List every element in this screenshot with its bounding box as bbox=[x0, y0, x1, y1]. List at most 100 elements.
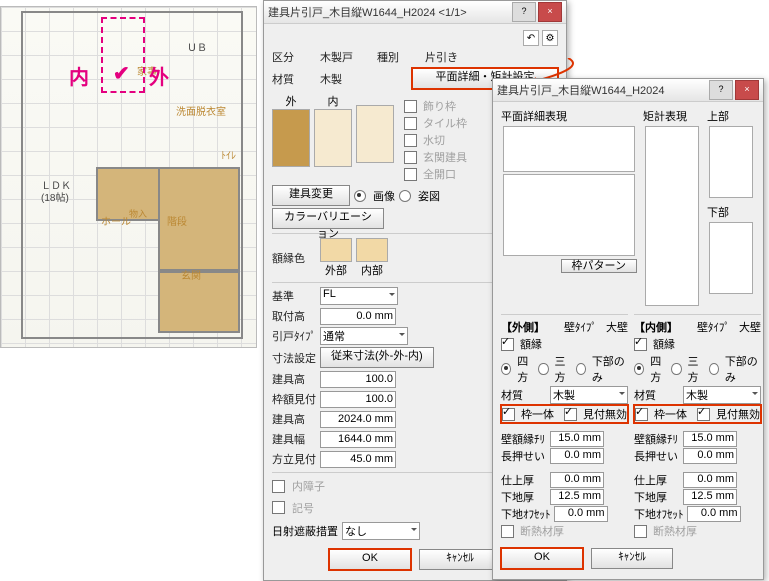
shiage-i[interactable]: 0.0 mm bbox=[683, 472, 737, 488]
naishouji-check[interactable]: 内障子 bbox=[292, 478, 325, 494]
waku-ittai-i[interactable]: 枠一体 bbox=[654, 406, 687, 422]
kabegaku-o[interactable]: 15.0 mm bbox=[550, 431, 604, 447]
nagaoshi-o[interactable]: 0.0 mm bbox=[550, 448, 604, 464]
help-button[interactable]: ? bbox=[512, 2, 536, 22]
inner-thumb2[interactable] bbox=[356, 105, 394, 163]
dialog1-title: 建具片引戸_木目縦W1644_H2024 <1/1> bbox=[268, 4, 510, 20]
r-sanpou-o[interactable]: 三方 bbox=[555, 353, 573, 385]
houdate-input[interactable]: 45.0 mm bbox=[320, 451, 396, 468]
upper-preview bbox=[709, 126, 753, 198]
kuji-heading: 矩計表現 bbox=[643, 108, 701, 124]
close-button[interactable]: × bbox=[538, 2, 562, 22]
room-hall: ホール bbox=[101, 213, 131, 228]
r-kabu-o[interactable]: 下部のみ bbox=[592, 353, 628, 385]
plan-heading: 平面詳細表現 bbox=[501, 108, 637, 124]
cancel-button[interactable]: ｷｬﾝｾﾙ bbox=[419, 549, 501, 570]
dannetsu-i[interactable]: 断熱材厚 bbox=[653, 523, 697, 539]
dialog-plan-detail: 建具片引戸_木目縦W1644_H2024 ? × 平面詳細表現 枠パターン 矩計… bbox=[492, 78, 764, 580]
gear-icon[interactable]: ⚙ bbox=[542, 30, 558, 46]
opt-tile[interactable]: タイル枠 bbox=[423, 115, 467, 131]
ok-button-2[interactable]: OK bbox=[501, 548, 583, 569]
lower-preview bbox=[709, 222, 753, 294]
r-kabu-i[interactable]: 下部のみ bbox=[725, 353, 761, 385]
mitsuke-muko-i[interactable]: 見付無効 bbox=[716, 406, 760, 422]
back-icon[interactable]: ↶ bbox=[523, 30, 539, 46]
opt-kazari[interactable]: 飾り枠 bbox=[423, 98, 456, 114]
gaku-check-o[interactable]: 額縁 bbox=[520, 336, 542, 352]
help-button-2[interactable]: ? bbox=[709, 80, 733, 100]
shitaji-i[interactable]: 12.5 mm bbox=[683, 489, 737, 505]
opt-mizukiri[interactable]: 水切 bbox=[423, 132, 445, 148]
inner-thumb1[interactable] bbox=[314, 109, 352, 167]
room-stair: 階段 bbox=[167, 213, 187, 228]
label-inside: 内 bbox=[69, 61, 89, 90]
toritaka-input[interactable]: 0.0 mm bbox=[320, 308, 396, 325]
nisshatsu-label: 日射遮蔽措置 bbox=[272, 523, 338, 539]
zai-select-o[interactable]: 木製 bbox=[550, 386, 628, 404]
gaku-check-i[interactable]: 額縁 bbox=[653, 336, 675, 352]
plan-preview2 bbox=[503, 174, 635, 256]
gakubuchi-label: 額縁色 bbox=[272, 250, 316, 266]
room-senmen: 洗面脱衣室 bbox=[176, 103, 226, 118]
floorplan-canvas: ＵＢ 家事 洗面脱衣室 ﾄｲﾚ ＬＤＫ (18帖) ホール 物入 階段 玄関 内… bbox=[0, 6, 257, 348]
upper-heading: 上部 bbox=[707, 108, 755, 124]
nagaoshi-i[interactable]: 0.0 mm bbox=[683, 448, 737, 464]
opt-genkan[interactable]: 玄関建具 bbox=[423, 149, 467, 165]
hikido-label: 引戸ﾀｲﾌﾟ bbox=[272, 328, 316, 344]
tategh-input[interactable]: 100.0 bbox=[320, 371, 396, 388]
radio-sugata[interactable] bbox=[399, 190, 411, 202]
opt-zenkai[interactable]: 全開口 bbox=[423, 166, 456, 182]
r-sanpou-i[interactable]: 三方 bbox=[688, 353, 706, 385]
kuji-preview bbox=[645, 126, 699, 306]
outer-label: 外 bbox=[272, 93, 310, 109]
r-shihou-i[interactable]: 四方 bbox=[650, 353, 668, 385]
waku-pattern-button[interactable]: 枠パターン bbox=[561, 259, 637, 273]
close-button-2[interactable]: × bbox=[735, 80, 759, 100]
mitsuke-muko-o[interactable]: 見付無効 bbox=[583, 406, 627, 422]
label-outside: 外 bbox=[149, 61, 169, 90]
room-ub: ＵＢ bbox=[187, 39, 207, 54]
room-ldk2: (18帖) bbox=[41, 189, 69, 204]
kijun-label: 基準 bbox=[272, 288, 316, 304]
zaishitsu-label: 材質 bbox=[272, 71, 316, 87]
room-mono: 物入 bbox=[129, 207, 147, 220]
offset-o[interactable]: 0.0 mm bbox=[554, 506, 608, 522]
shiage-o[interactable]: 0.0 mm bbox=[550, 472, 604, 488]
outer-heading: 【外側】 bbox=[501, 319, 545, 335]
inner-label: 内 bbox=[314, 93, 352, 109]
nisshatsu-select[interactable]: なし bbox=[342, 522, 420, 540]
offset-i[interactable]: 0.0 mm bbox=[687, 506, 741, 522]
kubun-value: 木製戸 bbox=[320, 49, 353, 65]
swatch-outer[interactable] bbox=[320, 238, 352, 262]
swatch-inner[interactable] bbox=[356, 238, 388, 262]
inner-heading: 【内側】 bbox=[634, 319, 678, 335]
dannetsu-o[interactable]: 断熱材厚 bbox=[520, 523, 564, 539]
waku-ittai-o[interactable]: 枠一体 bbox=[521, 406, 554, 422]
lower-heading: 下部 bbox=[707, 204, 755, 220]
kijun-select[interactable]: FL bbox=[320, 287, 398, 305]
width-input[interactable]: 1644.0 mm bbox=[320, 431, 396, 448]
kigou-check[interactable]: 記号 bbox=[292, 500, 314, 516]
kubun-label: 区分 bbox=[272, 49, 316, 65]
dialog2-title: 建具片引戸_木目縦W1644_H2024 bbox=[497, 82, 707, 98]
waku-input[interactable]: 100.0 bbox=[320, 391, 396, 408]
room-toilet: ﾄｲﾚ bbox=[221, 147, 236, 162]
tategu-change-button[interactable]: 建具変更 bbox=[272, 185, 350, 206]
color-variation-button[interactable]: カラーバリエーション bbox=[272, 208, 384, 229]
radio-image[interactable] bbox=[354, 190, 366, 202]
hikido-select[interactable]: 通常 bbox=[320, 327, 408, 345]
shitaji-o[interactable]: 12.5 mm bbox=[550, 489, 604, 505]
outer-thumb[interactable] bbox=[272, 109, 310, 167]
room-genkan: 玄関 bbox=[181, 267, 201, 282]
cancel-button-2[interactable]: ｷｬﾝｾﾙ bbox=[591, 548, 673, 569]
sunpo-label: 寸法設定 bbox=[272, 350, 316, 366]
kabegaku-i[interactable]: 15.0 mm bbox=[683, 431, 737, 447]
shubetsu-value: 片引き bbox=[425, 49, 458, 65]
shubetsu-label: 種別 bbox=[377, 49, 421, 65]
ok-button[interactable]: OK bbox=[329, 549, 411, 570]
zai-select-i[interactable]: 木製 bbox=[683, 386, 761, 404]
r-shihou-o[interactable]: 四方 bbox=[517, 353, 535, 385]
height-input[interactable]: 2024.0 mm bbox=[320, 411, 396, 428]
sunpo-button[interactable]: 従来寸法(外-外-内) bbox=[320, 347, 434, 368]
toritaka-label: 取付高 bbox=[272, 308, 316, 324]
